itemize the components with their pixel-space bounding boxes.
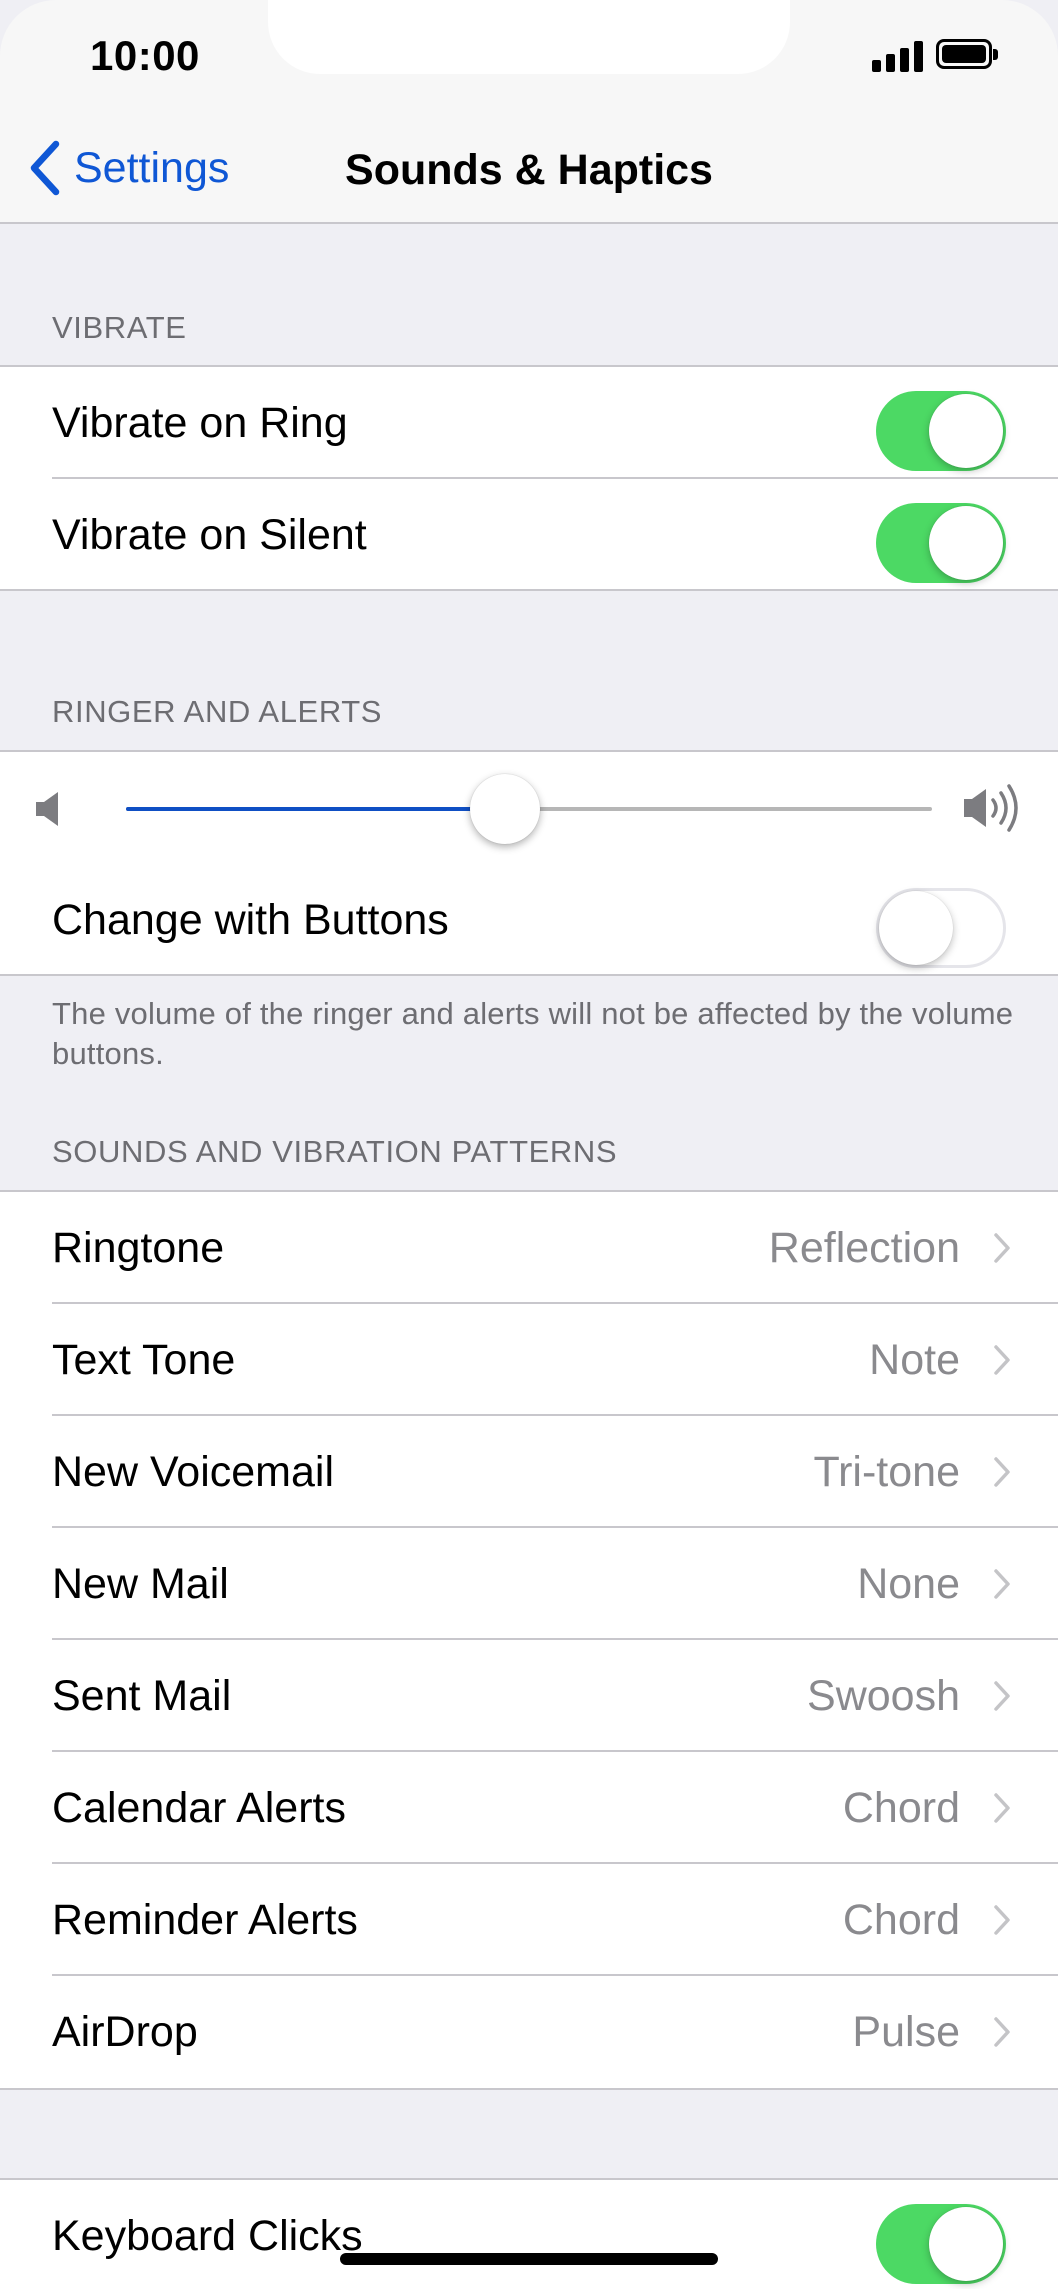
row-label: Vibrate on Ring: [52, 399, 348, 447]
notch: [268, 0, 790, 74]
row-label: Sent Mail: [52, 1672, 232, 1720]
section-header-vibrate: VIBRATE: [52, 310, 187, 345]
keyboard-group: Keyboard Clicks: [0, 2178, 1058, 2289]
row-label: Ringtone: [52, 1224, 225, 1272]
vibrate-on-silent-toggle[interactable]: [876, 503, 1006, 583]
row-label: Reminder Alerts: [52, 1896, 358, 1944]
ringer-group: Change with Buttons: [0, 750, 1058, 976]
status-bar: 10:00: [0, 0, 1058, 110]
row-label: New Voicemail: [52, 1448, 334, 1496]
section-header-ringer: RINGER AND ALERTS: [52, 694, 383, 729]
vibrate-on-ring-row: Vibrate on Ring: [0, 367, 1058, 479]
sounds-group: Ringtone Reflection Text Tone Note New V…: [0, 1190, 1058, 2090]
toggle-knob: [929, 394, 1003, 468]
status-time: 10:00: [90, 32, 200, 79]
chevron-right-icon: [994, 1569, 1010, 1599]
chevron-right-icon: [994, 1681, 1010, 1711]
row-value: Tri-tone: [813, 1448, 960, 1496]
section-header-sounds: SOUNDS AND VIBRATION PATTERNS: [52, 1134, 618, 1169]
change-with-buttons-toggle[interactable]: [876, 888, 1006, 968]
chevron-right-icon: [994, 1457, 1010, 1487]
airdrop-row[interactable]: AirDrop Pulse: [0, 1976, 1058, 2088]
row-value: Chord: [842, 1784, 960, 1832]
slider-fill: [126, 807, 505, 811]
row-label: Change with Buttons: [52, 896, 449, 944]
reminder-alerts-row[interactable]: Reminder Alerts Chord: [0, 1864, 1058, 1976]
toggle-knob: [929, 2207, 1003, 2281]
row-label: Text Tone: [52, 1336, 236, 1384]
chevron-right-icon: [994, 1345, 1010, 1375]
speaker-low-icon: [36, 792, 58, 826]
vibrate-on-silent-row: Vibrate on Silent: [0, 479, 1058, 591]
row-value: None: [857, 1560, 960, 1608]
chevron-right-icon: [994, 1233, 1010, 1263]
navigation-bar: Settings Sounds & Haptics: [0, 110, 1058, 224]
page-title: Sounds & Haptics: [345, 146, 713, 194]
row-value: Chord: [842, 1896, 960, 1944]
row-label: Vibrate on Silent: [52, 511, 367, 559]
chevron-right-icon: [994, 2017, 1010, 2047]
row-label: New Mail: [52, 1560, 229, 1608]
row-label: Calendar Alerts: [52, 1784, 346, 1832]
row-label: AirDrop: [52, 2008, 198, 2056]
row-value: Reflection: [768, 1224, 960, 1272]
ringer-footnote: The volume of the ringer and alerts will…: [52, 996, 1014, 1071]
cellular-signal-icon: [872, 40, 924, 72]
sent-mail-row[interactable]: Sent Mail Swoosh: [0, 1640, 1058, 1752]
row-value: Note: [869, 1336, 960, 1384]
new-mail-row[interactable]: New Mail None: [0, 1528, 1058, 1640]
toggle-knob: [929, 506, 1003, 580]
vibrate-on-ring-toggle[interactable]: [876, 391, 1006, 471]
slider-thumb[interactable]: [469, 774, 540, 844]
screen: 10:00 Settings Sounds & Haptics VIBRATE …: [0, 0, 1058, 2289]
new-voicemail-row[interactable]: New Voicemail Tri-tone: [0, 1416, 1058, 1528]
row-label: Keyboard Clicks: [52, 2212, 363, 2260]
ringer-volume-row: [0, 752, 1058, 864]
battery-icon: [936, 39, 998, 69]
chevron-right-icon: [994, 1793, 1010, 1823]
row-value: Pulse: [852, 2008, 960, 2056]
ringtone-row[interactable]: Ringtone Reflection: [0, 1192, 1058, 1304]
calendar-alerts-row[interactable]: Calendar Alerts Chord: [0, 1752, 1058, 1864]
row-value: Swoosh: [807, 1672, 960, 1720]
ringer-volume-slider[interactable]: [126, 774, 932, 844]
vibrate-group: Vibrate on Ring Vibrate on Silent: [0, 365, 1058, 591]
keyboard-clicks-row: Keyboard Clicks: [0, 2180, 1058, 2289]
speaker-high-icon: [964, 784, 1018, 832]
toggle-knob: [879, 891, 953, 965]
change-with-buttons-row: Change with Buttons: [0, 864, 1058, 976]
text-tone-row[interactable]: Text Tone Note: [0, 1304, 1058, 1416]
keyboard-clicks-toggle[interactable]: [876, 2204, 1006, 2284]
home-indicator: [340, 2253, 718, 2265]
chevron-right-icon: [994, 1905, 1010, 1935]
